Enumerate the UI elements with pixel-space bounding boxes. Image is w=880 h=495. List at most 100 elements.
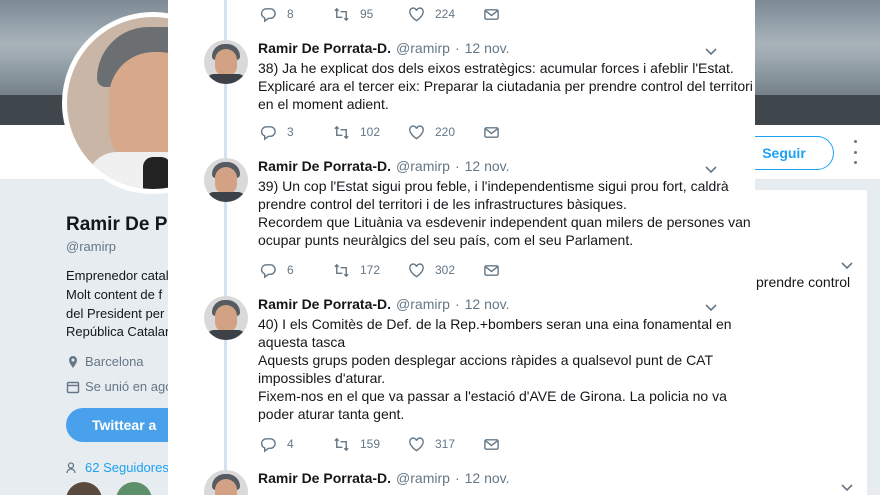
tweet-author-name[interactable]: Ramir De Porrata-D. [258,40,391,56]
like-icon [409,262,424,277]
tweet-text-line: 38) Ja he explicat dos dels eixos estrat… [258,60,734,76]
tweet-text-line: Aquests grups poden desplegar accions rà… [258,352,714,368]
tweet-author-handle[interactable]: @ramirp [396,296,450,312]
tweet-date[interactable]: 12 nov. [465,296,510,312]
retweet-count: 102 [360,125,381,139]
tweet-text-line: poder aturar tanta gent. [258,406,405,422]
profile-joined-text: Se unió en ago [85,379,173,394]
followers-icon [66,461,76,473]
tweet-header: Ramir De Porrata-D. @ramirp · 12 nov. [258,158,510,176]
tweet-text: 40) I els Comitès de Def. de la Rep.+bom… [258,315,732,423]
tweet-text: 38) Ja he explicat dos dels eixos estrat… [258,59,753,113]
followers-count[interactable]: 62 Seguidores [85,460,169,475]
like-count: 224 [435,7,456,21]
right-panel-snippet: prendre control [756,274,851,290]
reply-count: 4 [287,437,294,451]
chevron-down-icon[interactable] [704,162,718,176]
message-icon [484,264,499,276]
tweet-text-line: Explicaré ara el tercer eix: Preparar la… [258,78,753,94]
reply-icon [260,263,276,279]
separator-dot: · [454,470,460,486]
like-count: 220 [435,125,456,139]
tweet-text-line: Fixem-nos en el que va passar a l'estaci… [258,388,727,404]
reply-count: 8 [287,7,294,21]
like-icon [409,124,424,139]
like-icon [409,436,424,451]
chevron-down-icon[interactable] [840,258,854,272]
like-button[interactable]: 317 [408,436,483,453]
tweet-date[interactable]: 12 nov. [465,40,510,56]
tweet-author-handle[interactable]: @ramirp [396,470,450,486]
separator-dot: · [454,40,460,56]
tweet-author-name[interactable]: Ramir De Porrata-D. [258,470,391,486]
retweet-button[interactable]: 95 [333,6,408,23]
chevron-down-icon[interactable] [704,44,718,58]
profile-name: Ramir De Po [66,214,179,235]
tweet-text-line: impossibles d'aturar. [258,370,386,386]
retweet-button[interactable]: 102 [333,124,408,141]
retweet-icon [334,437,349,451]
tweet-actions: 4 159 317 [260,434,507,454]
retweet-icon [334,7,349,21]
profile-bio-line: Emprenedor catal [66,268,169,283]
tweet-avatar[interactable] [204,470,248,495]
retweet-count: 172 [360,263,381,277]
tweet-text: 39) Un cop l'Estat sigui prou feble, i l… [258,177,751,249]
separator-dot: · [454,158,460,174]
tweet-text-line: 40) I els Comitès de Def. de la Rep.+bom… [258,316,732,332]
reply-count: 3 [287,125,294,139]
message-button[interactable] [483,6,507,23]
chevron-down-icon[interactable] [704,300,718,314]
tweet-date[interactable]: 12 nov. [465,158,510,174]
tweet-text-line: en el moment adient. [258,96,389,112]
retweet-count: 159 [360,437,381,451]
reply-button[interactable]: 3 [260,124,333,141]
tweet-avatar[interactable] [204,158,248,202]
profile-location: Barcelona [66,354,144,369]
message-button[interactable] [483,262,507,279]
tweet-text-line: ocupar punts neuràlgics del seu país, co… [258,232,634,248]
tweet-text-line: Recordem que Lituània va esdevenir indep… [258,214,751,230]
like-count: 302 [435,263,456,277]
tweet-thread-panel: 8 95 224 Ramir De Porrata-D. @ramirp · 1… [168,0,755,495]
profile-location-text: Barcelona [85,354,144,369]
message-button[interactable] [483,436,507,453]
like-count: 317 [435,437,456,451]
retweet-icon [334,263,349,277]
previous-tweet-actions: 8 95 224 [260,0,507,28]
profile-bio-line: Molt content de f [66,287,163,302]
tweet-author-handle[interactable]: @ramirp [396,158,450,174]
like-button[interactable]: 220 [408,124,483,141]
tweet-author-name[interactable]: Ramir De Porrata-D. [258,158,391,174]
more-options-icon[interactable] [848,140,862,164]
chevron-down-icon[interactable] [840,480,854,494]
like-button[interactable]: 224 [408,6,483,23]
tweet-header: Ramir De Porrata-D. @ramirp · 12 nov. [258,40,510,58]
tweet-author-name[interactable]: Ramir De Porrata-D. [258,296,391,312]
tweet-author-handle[interactable]: @ramirp [396,40,450,56]
tweet-date[interactable]: 12 nov. [465,470,510,486]
reply-icon [260,125,276,141]
location-icon [69,355,77,368]
message-icon [484,438,499,450]
like-button[interactable]: 302 [408,262,483,279]
reply-button[interactable]: 4 [260,436,333,453]
tweet-header: Ramir De Porrata-D. @ramirp · 12 nov. [258,470,510,488]
reply-button[interactable]: 8 [260,6,333,23]
message-button[interactable] [483,124,507,141]
tweet-avatar[interactable] [204,40,248,84]
right-panel [755,190,867,495]
separator-dot: · [454,296,460,312]
profile-bio-line: República Catalan [66,324,173,339]
reply-icon [260,7,276,23]
followers-link[interactable]: 62 Seguidores [66,460,169,475]
profile-joined: Se unió en ago [66,379,172,394]
tweet-avatar[interactable] [204,296,248,340]
retweet-button[interactable]: 159 [333,436,408,453]
tweet-actions: 6 172 302 [260,260,507,280]
tweet-text-line: prendre control del territori i de les i… [258,196,627,212]
retweet-button[interactable]: 172 [333,262,408,279]
tweet-text-line: 39) Un cop l'Estat sigui prou feble, i l… [258,178,729,194]
profile-handle: @ramirp [66,239,117,254]
reply-button[interactable]: 6 [260,262,333,279]
